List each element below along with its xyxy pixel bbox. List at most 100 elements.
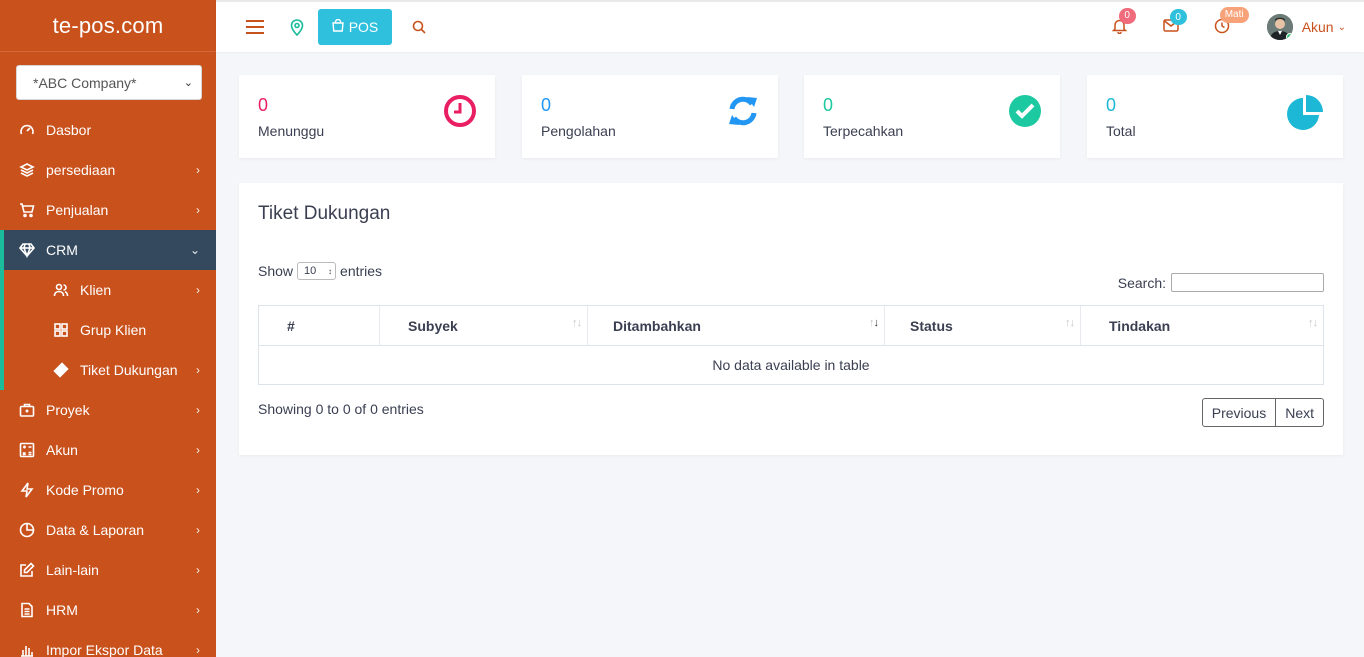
next-page-button[interactable]: Next xyxy=(1276,398,1324,427)
sidebar-item-impor-ekspor[interactable]: Impor Ekspor Data › xyxy=(0,630,216,657)
timer-button[interactable]: Mati xyxy=(1210,6,1249,37)
hamburger-menu-icon[interactable] xyxy=(246,20,264,34)
top-navbar: POS 0 0 Mati Akun ⌄ xyxy=(216,0,1364,52)
sidebar-item-dasbor[interactable]: Dasbor xyxy=(0,110,216,150)
sidebar-item-tiket-dukungan[interactable]: Tiket Dukungan › xyxy=(4,350,216,390)
chevron-right-icon: › xyxy=(196,603,200,617)
stat-card-terpecahkan: 0 Terpecahkan xyxy=(804,75,1060,158)
company-select-value: *ABC Company* xyxy=(33,74,137,91)
table-empty-row: No data available in table xyxy=(259,346,1323,384)
dashboard-icon xyxy=(18,121,36,139)
chevron-right-icon: › xyxy=(196,283,200,297)
column-header-subyek[interactable]: Subyek ↑↓ xyxy=(380,306,588,345)
sort-updown-icon: ↕ xyxy=(328,266,333,276)
column-header-ditambahkan[interactable]: Ditambahkan ↑↓ xyxy=(588,306,885,345)
sidebar-item-data-laporan[interactable]: Data & Laporan › xyxy=(0,510,216,550)
column-header-number[interactable]: # xyxy=(259,306,380,345)
sidebar-item-label: Penjualan xyxy=(46,202,109,218)
sidebar-item-label: Data & Laporan xyxy=(46,522,145,538)
chevron-right-icon: › xyxy=(196,643,200,657)
column-header-status[interactable]: Status ↑↓ xyxy=(885,306,1081,345)
search-icon[interactable] xyxy=(412,20,426,34)
brand-logo[interactable]: te-pos.com xyxy=(0,0,216,52)
timer-badge: Mati xyxy=(1219,6,1249,23)
entries-select-value: 10 xyxy=(304,265,317,277)
location-pin-icon[interactable] xyxy=(290,18,304,36)
pos-button[interactable]: POS xyxy=(318,9,392,45)
pie-icon xyxy=(18,521,36,539)
messages-button[interactable]: 0 xyxy=(1159,9,1187,35)
sidebar-item-persediaan[interactable]: persediaan › xyxy=(0,150,216,190)
notifications-badge: 0 xyxy=(1118,7,1136,24)
entries-select[interactable]: 10 ↕ xyxy=(297,262,337,280)
stat-value: 0 xyxy=(823,95,834,115)
stat-value: 0 xyxy=(258,95,269,115)
stat-card-pengolahan: 0 Pengolahan xyxy=(522,75,778,158)
stat-label: Terpecahkan xyxy=(823,123,904,139)
chevron-right-icon: › xyxy=(196,163,200,177)
pos-button-label: POS xyxy=(348,19,379,35)
sort-icon: ↑↓ xyxy=(572,317,582,329)
company-select[interactable]: *ABC Company* ⌄ xyxy=(16,65,202,100)
account-menu[interactable]: Akun ⌄ xyxy=(1302,19,1346,35)
stat-value: 0 xyxy=(1106,95,1117,115)
edit-icon xyxy=(18,561,36,579)
sidebar-item-kode-promo[interactable]: Kode Promo › xyxy=(0,470,216,510)
show-label: Show xyxy=(258,263,294,279)
search-input[interactable] xyxy=(1171,273,1324,292)
chevron-right-icon: › xyxy=(196,403,200,417)
search-label: Search: xyxy=(1117,274,1166,291)
column-header-label: Status xyxy=(910,317,953,334)
entries-length-control: Show 10 ↕ entries xyxy=(258,262,382,280)
sidebar-item-label: Klien xyxy=(80,282,112,298)
messages-badge: 0 xyxy=(1169,9,1187,25)
sidebar-item-label: Kode Promo xyxy=(46,482,124,498)
notifications-button[interactable]: 0 xyxy=(1108,7,1136,37)
table-info: Showing 0 to 0 of 0 entries xyxy=(258,401,424,417)
stat-label: Menunggu xyxy=(258,123,325,139)
avatar[interactable] xyxy=(1266,14,1293,40)
table-header: # Subyek ↑↓ Ditambahkan ↑↓ Status ↑↓ Tin… xyxy=(259,306,1323,346)
stat-card-menunggu: 0 Menunggu xyxy=(239,75,495,158)
calculator-icon xyxy=(18,441,36,459)
sidebar-item-label: Proyek xyxy=(46,402,90,418)
chevron-right-icon: › xyxy=(196,483,200,497)
pagination: Previous Next xyxy=(1201,398,1324,427)
stat-label: Total xyxy=(1106,123,1136,139)
sidebar-item-label: persediaan xyxy=(46,162,116,178)
bolt-icon xyxy=(18,481,36,499)
diamond-icon xyxy=(18,241,36,259)
sidebar-item-proyek[interactable]: Proyek › xyxy=(0,390,216,430)
sidebar-item-grup-klien[interactable]: Grup Klien xyxy=(4,310,216,350)
sidebar-item-crm[interactable]: CRM ⌄ xyxy=(0,230,216,270)
sidebar-item-penjualan[interactable]: Penjualan › xyxy=(0,190,216,230)
sidebar-item-label: Tiket Dukungan xyxy=(80,362,178,378)
sidebar-item-klien[interactable]: Klien › xyxy=(4,270,216,310)
empty-table-message: No data available in table xyxy=(712,357,870,373)
sidebar-item-label: Impor Ekspor Data xyxy=(46,642,163,657)
sidebar-item-lain-lain[interactable]: Lain-lain › xyxy=(0,550,216,590)
stat-label: Pengolahan xyxy=(541,123,616,139)
column-header-label: Tindakan xyxy=(1109,317,1171,334)
previous-page-button[interactable]: Previous xyxy=(1201,398,1277,427)
check-circle-icon xyxy=(1008,94,1042,131)
sidebar-menu: Dasbor persediaan › Penjualan › CRM ⌄ xyxy=(0,110,216,270)
column-header-tindakan[interactable]: Tindakan ↑↓ xyxy=(1081,306,1323,345)
support-tickets-panel: Tiket Dukungan Show 10 ↕ entries Search:… xyxy=(239,183,1343,455)
chevron-down-icon: ⌄ xyxy=(183,77,193,89)
online-status-dot xyxy=(1285,33,1293,40)
sidebar-item-label: Grup Klien xyxy=(80,322,147,338)
users-icon xyxy=(52,281,70,299)
chevron-right-icon: › xyxy=(196,443,200,457)
table-search: Search: xyxy=(1118,273,1324,292)
chevron-right-icon: › xyxy=(196,563,200,577)
entries-label: entries xyxy=(340,263,383,279)
document-icon xyxy=(18,601,36,619)
clock-icon xyxy=(443,94,477,131)
cart-icon xyxy=(18,201,36,219)
sidebar-item-akun[interactable]: Akun › xyxy=(0,430,216,470)
account-label: Akun xyxy=(1301,19,1334,35)
sidebar-item-hrm[interactable]: HRM › xyxy=(0,590,216,630)
grid-icon xyxy=(52,321,70,339)
column-header-label: Ditambahkan xyxy=(613,317,701,334)
